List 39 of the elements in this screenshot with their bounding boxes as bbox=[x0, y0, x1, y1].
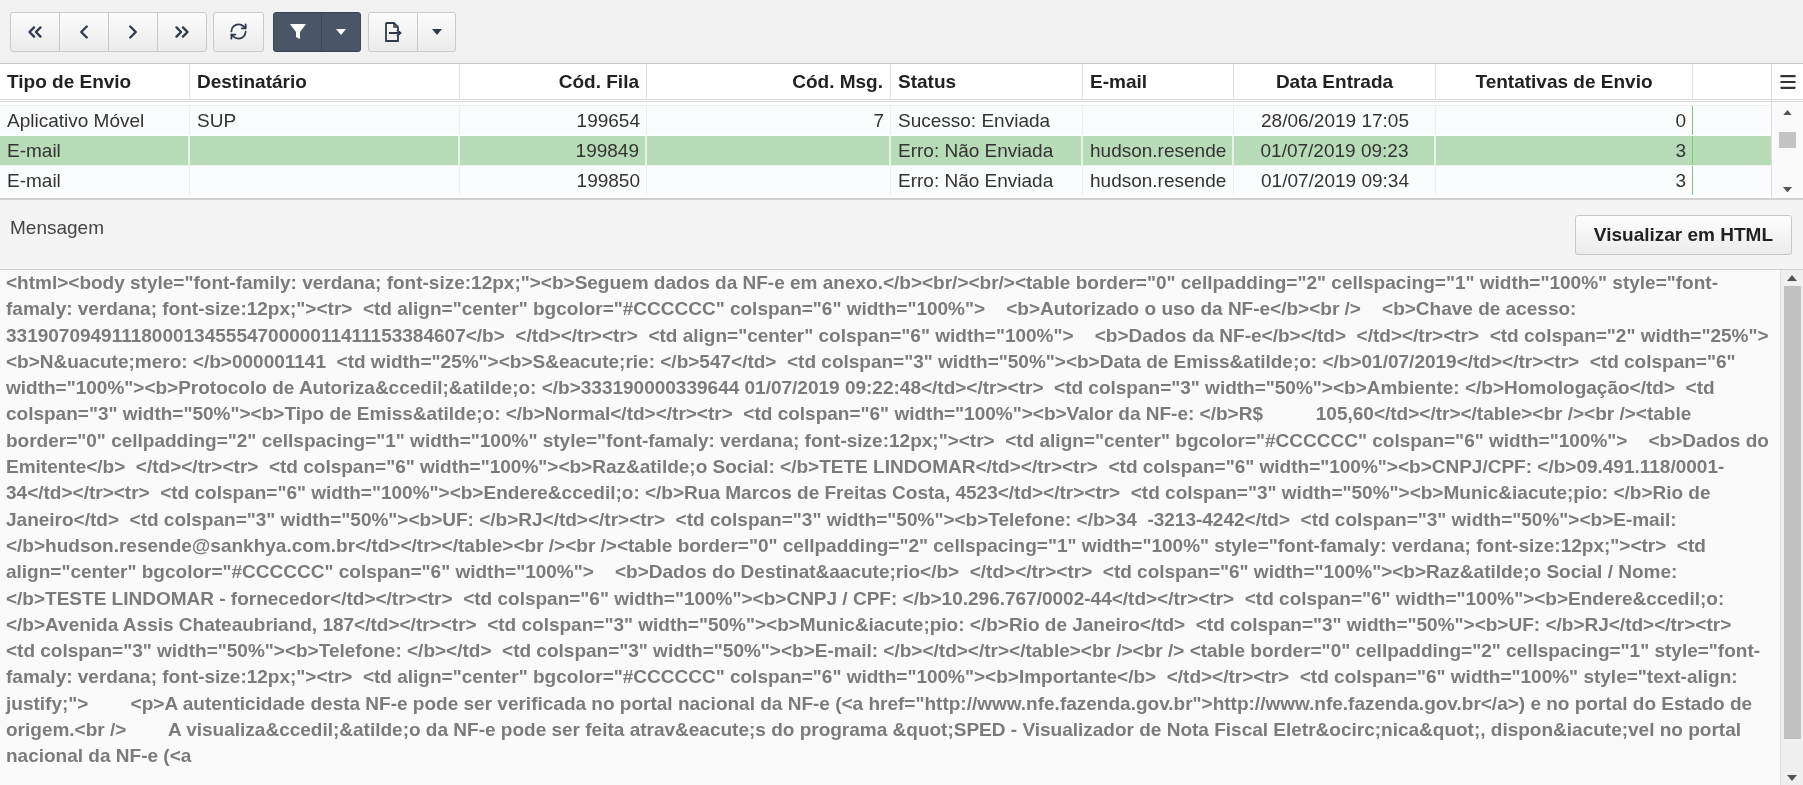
column-header[interactable]: E-mail bbox=[1083, 64, 1234, 99]
column-header[interactable]: Cód. Fila bbox=[460, 64, 647, 99]
table-cell: 3 bbox=[1436, 166, 1693, 195]
last-page-button[interactable] bbox=[157, 11, 207, 52]
table-cell: hudson.resende bbox=[1083, 166, 1234, 195]
scrollbar[interactable] bbox=[1772, 102, 1803, 198]
filter-button[interactable] bbox=[273, 11, 322, 52]
scroll-thumb[interactable] bbox=[1779, 132, 1796, 148]
column-header[interactable]: Tipo de Envio bbox=[0, 64, 190, 99]
scroll-thumb[interactable] bbox=[1783, 286, 1801, 739]
table-row[interactable]: E-mail 199850 Erro: Não Enviada hudson.resende 01/07/2019 09:34 3 bbox=[0, 165, 1771, 195]
scroll-up-icon[interactable] bbox=[1783, 110, 1792, 116]
caret-down-icon bbox=[336, 28, 346, 35]
table-row[interactable]: Aplicativo Móvel SUP 199654 7 Sucesso: Enviada 28/06/2019 17:05 0 bbox=[0, 105, 1771, 135]
table-cell: 01/07/2019 09:34 bbox=[1234, 166, 1436, 195]
message-field[interactable]: <html><body style="font-family: verdana; font-size:12px;"><b>Seguem dados da NF-e em anexo.</b><br/><br/><table border="0" cellpadding="2" cellspacing="1" width="100%" style="font-famaly: verdana; font-size:12px;"><tr> <td align="center" bgcolor="#CCCCCC" colspan="6" width="100%"> <b>Autorizado o uso da NF-e</b><br /> <b>Chave de acesso: 33190709491118000134555470000011411153384607</b> </td></tr><tr> <td align="center" colspan="6" width="100%"> <b>Dados da NF-e</b></td> </td></tr><tr> <td colspan="2" width="25%"><b>N&uacute;mero: </b>000001141 <td width="25%"><b>S&eacute;rie: </b>547</td> <td colspan="3" width="50%"><b>Data de Emiss&atilde;o: </b>01/07/2019</td></tr><tr> <td colspan="6" width="100%"><b>Protocolo de Autoriza&ccedil;&atilde;o: </b>333190000339644 01/07/2019 09:22:48</td></tr><tr> <td colspan="3" width="50%"><b>Ambiente: </b>Homologação</td> <td colspan="3" width="50%"><b>Tipo de Emiss&atilde;o: </b>Normal</td></tr><tr> <td colspan="6" width="100%"><b>Valor da NF-e: </b>R$ 105,60</td></tr></table><br /><br /><table border="0" cellpadding="2" cellspacing="1" width="100%" style="font-famaly: verdana; font-size:12px;"><tr> <td align="center" bgcolor="#CCCCCC" colspan="6" width="100%"> <b>Dados do Emitente</b> </td></tr><tr> <td colspan="6" width="100%"><b>Raz&atilde;o Social: </b>TETE LINDOMAR</td></tr><tr> <td colspan="6" width="100%"><b>CNPJ/CPF: </b>09.491.118/0001-34</td></tr><tr> <td colspan="6" width="100%"><b>Endere&ccedil;o: </b>Rua Marcos de Freitas Costa, 4523</td></tr><tr> <td colspan="3" width="50%"><b>Munic&iacute;pio: </b>Rio de Janeiro</td> <td colspan="3" width="50%"><b>UF: </b>RJ</td></tr><tr> <td colspan="3" width="50%"><b>Telefone: </b>34 -3213-4242</td> <td colspan="3" width="50%"><b>E-mail: </b>hudson.resende@sankhya.com.br</td></tr></table><br /><br /><table border="0" cellpadding="2" cellspacing="1" width="100%" style="font-famaly: verdana; font-size:12px;"><tr> <td align="center" bgcolor="#CCCCCC" colspan="6" width="100%"> <b>Dados do Destinat&aacute;rio</b> </td></tr><tr> <td colspan="6" width="100%"><b>Raz&atilde;o Social / Nome: </b>TESTE LINDOMAR - fornecedor</td></tr><tr> <td colspan="6" width="100%"><b>CNPJ / CPF: </b>10.296.767/0002-44</td></tr><tr> <td colspan="6" width="100%"><b>Endere&ccedil;o: </b>Avenida Assis Chateaubriand, 187</td></tr><tr> <td colspan="3" width="50%"><b>Munic&iacute;pio: </b>Rio de Janeiro</td> <td colspan="3" width="50%"><b>UF: </b>RJ</td></tr><tr> <td colspan="3" width="50%"><b>Telefone: </b></td> <td colspan="3" width="50%"><b>E-mail: </b></td></tr></table><br /><br /> <table border="0" cellpadding="2" cellspacing="1" style="font-famaly: verdana; font-size:12px;"><tr> <td align="center" bgcolor="#CCCCCC" colspan="6" width="100%"><b>Importante</b> </td></tr><tr> <td colspan="6" width="100%" style="text-align: justify;"> <p>A autenticidade desta NF-e pode ser verificada no portal nacional da NF-e (<a href="http://www.nfe.fazenda.gov.br">http://www.nfe.fazenda.gov.br</a>) e no portal do Estado de origem.<br /> A visualiza&ccedil;&atilde;o da NF-e pode ser feita atrav&eacute;s do programa &quot;SPED - Visualizador de Nota Fiscal Eletr&ocirc;nica&quot;, dispon&iacute;vel no portal nacional da NF-e (<a bbox=[0, 270, 1780, 785]
refresh-button[interactable] bbox=[213, 11, 264, 52]
message-label: Mensagem bbox=[10, 217, 104, 239]
column-header[interactable]: Cód. Msg. bbox=[647, 64, 891, 99]
view-html-button[interactable]: Visualizar em HTML bbox=[1574, 215, 1792, 255]
export-button[interactable] bbox=[368, 11, 418, 52]
table-cell: Erro: Não Enviada bbox=[891, 166, 1083, 195]
table-row[interactable]: E-mail 199849 Erro: Não Enviada hudson.resende 01/07/2019 09:23 3 bbox=[0, 135, 1771, 165]
column-header[interactable]: Destinatário bbox=[190, 64, 460, 99]
table-cell: 199850 bbox=[460, 166, 647, 195]
scroll-down-icon[interactable] bbox=[1783, 186, 1792, 192]
scroll-down-icon[interactable] bbox=[1787, 775, 1797, 781]
file-arrow-icon bbox=[384, 21, 402, 42]
filter-icon bbox=[288, 22, 307, 41]
column-header[interactable]: Tentativas de Envio bbox=[1436, 64, 1693, 99]
scroll-up-icon[interactable] bbox=[1787, 275, 1797, 281]
first-page-button[interactable] bbox=[10, 11, 60, 52]
caret-down-icon bbox=[431, 28, 442, 35]
column-header[interactable]: Status bbox=[891, 64, 1083, 99]
filter-dropdown-button[interactable] bbox=[321, 11, 361, 52]
scrollbar[interactable] bbox=[1780, 270, 1803, 785]
refresh-icon bbox=[229, 22, 248, 41]
table-cell: E-mail bbox=[0, 166, 190, 195]
column-header[interactable]: Data Entrada bbox=[1234, 64, 1436, 99]
